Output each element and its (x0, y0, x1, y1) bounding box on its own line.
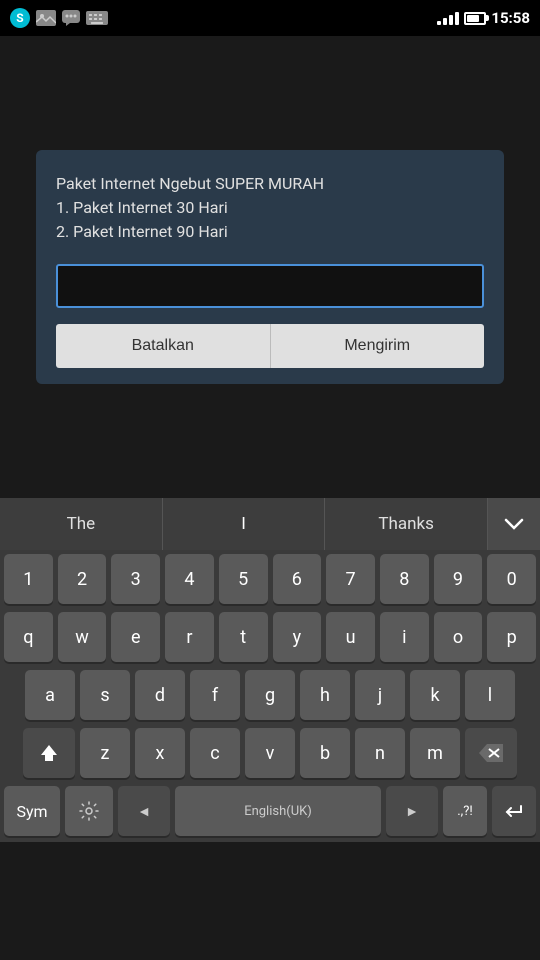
key-2[interactable]: 2 (58, 554, 107, 604)
key-k[interactable]: k (410, 670, 460, 720)
dialog-option-2: 2. Paket Internet 90 Hari (56, 222, 228, 241)
key-g[interactable]: g (245, 670, 295, 720)
bottom-row: Sym ◄ English(UK) ► .,?! (0, 782, 540, 842)
dialog-title: Paket Internet Ngebut SUPER MURAH (56, 174, 324, 193)
suggestion-left[interactable]: The (0, 498, 163, 550)
dialog-backdrop: Paket Internet Ngebut SUPER MURAH 1. Pak… (0, 36, 540, 498)
key-i[interactable]: i (380, 612, 429, 662)
dialog: Paket Internet Ngebut SUPER MURAH 1. Pak… (36, 150, 504, 384)
suggestions-bar: The I Thanks (0, 498, 540, 550)
key-e[interactable]: e (111, 612, 160, 662)
key-z[interactable]: z (80, 728, 130, 778)
key-j[interactable]: j (355, 670, 405, 720)
status-bar: S 15:58 (0, 0, 540, 36)
signal-icon (437, 12, 459, 25)
key-u[interactable]: u (326, 612, 375, 662)
key-1[interactable]: 1 (4, 554, 53, 604)
keyboard: 1 2 3 4 5 6 7 8 9 0 q w e r t y u i o p … (0, 550, 540, 842)
key-a[interactable]: a (25, 670, 75, 720)
suggestion-middle[interactable]: I (163, 498, 326, 550)
key-c[interactable]: c (190, 728, 240, 778)
asdf-row: a s d f g h j k l (0, 666, 540, 724)
key-3[interactable]: 3 (111, 554, 160, 604)
backspace-key[interactable] (465, 728, 517, 778)
key-h[interactable]: h (300, 670, 350, 720)
key-q[interactable]: q (4, 612, 53, 662)
zxcv-row: z x c v b n m (0, 724, 540, 782)
key-o[interactable]: o (434, 612, 483, 662)
key-x[interactable]: x (135, 728, 185, 778)
bbm-icon (62, 10, 80, 26)
key-s[interactable]: s (80, 670, 130, 720)
lang-next-key[interactable]: ► (386, 786, 438, 836)
cancel-button[interactable]: Batalkan (56, 324, 270, 368)
qwerty-row: q w e r t y u i o p (0, 608, 540, 666)
key-y[interactable]: y (273, 612, 322, 662)
key-v[interactable]: v (245, 728, 295, 778)
status-icons-right: 15:58 (437, 9, 530, 27)
dialog-content: Paket Internet Ngebut SUPER MURAH 1. Pak… (56, 172, 484, 244)
sym-key[interactable]: Sym (4, 786, 60, 836)
key-8[interactable]: 8 (380, 554, 429, 604)
s-logo-icon: S (10, 8, 30, 28)
key-n[interactable]: n (355, 728, 405, 778)
key-9[interactable]: 9 (434, 554, 483, 604)
number-row: 1 2 3 4 5 6 7 8 9 0 (0, 550, 540, 608)
dialog-buttons: Batalkan Mengirim (56, 324, 484, 368)
key-4[interactable]: 4 (165, 554, 214, 604)
key-6[interactable]: 6 (273, 554, 322, 604)
suggestion-expand-button[interactable] (488, 498, 540, 550)
clock: 15:58 (491, 9, 530, 27)
key-f[interactable]: f (190, 670, 240, 720)
key-p[interactable]: p (487, 612, 536, 662)
key-m[interactable]: m (410, 728, 460, 778)
key-l[interactable]: l (465, 670, 515, 720)
spacebar[interactable]: English(UK) (175, 786, 381, 836)
key-r[interactable]: r (165, 612, 214, 662)
suggestion-right[interactable]: Thanks (325, 498, 488, 550)
dialog-option-1: 1. Paket Internet 30 Hari (56, 198, 228, 217)
key-t[interactable]: t (219, 612, 268, 662)
shift-key[interactable] (23, 728, 75, 778)
key-b[interactable]: b (300, 728, 350, 778)
key-0[interactable]: 0 (487, 554, 536, 604)
status-icons-left: S (10, 8, 108, 28)
key-5[interactable]: 5 (219, 554, 268, 604)
key-w[interactable]: w (58, 612, 107, 662)
send-button[interactable]: Mengirim (270, 324, 485, 368)
settings-key[interactable] (65, 786, 113, 836)
punctuation-key[interactable]: .,?! (443, 786, 487, 836)
key-d[interactable]: d (135, 670, 185, 720)
dialog-input[interactable] (56, 264, 484, 308)
image-icon (36, 10, 56, 26)
enter-key[interactable] (492, 786, 536, 836)
keyboard-icon (86, 11, 108, 25)
key-7[interactable]: 7 (326, 554, 375, 604)
lang-prev-key[interactable]: ◄ (118, 786, 170, 836)
battery-icon (464, 12, 486, 25)
